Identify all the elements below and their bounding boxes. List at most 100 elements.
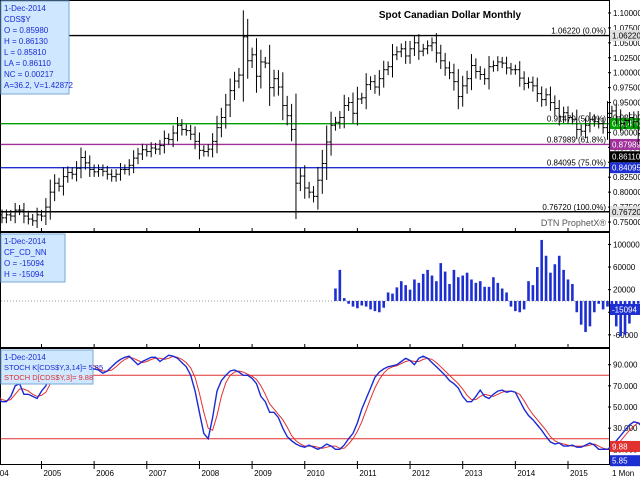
price-tick-label: 0.95000	[613, 99, 640, 108]
x-tick-label: 2006	[96, 469, 114, 478]
fib-axis-tag: 0.76720	[612, 208, 640, 217]
position-bar	[531, 285, 535, 301]
position-bar	[514, 300, 517, 312]
position-bar	[452, 269, 456, 301]
x-tick-label: 2015	[570, 469, 588, 478]
position-bar	[575, 300, 579, 313]
chart-canvas: 1.100001.075001.050001.025001.000000.975…	[0, 0, 640, 478]
x-tick-label: 2004	[0, 469, 9, 478]
price-last-tag: 0.86110	[612, 153, 640, 162]
volume-info-date: 1-Dec-2014	[4, 237, 46, 246]
position-bar	[588, 300, 592, 327]
x-tick-label: 2005	[43, 469, 61, 478]
position-bar	[373, 300, 377, 312]
price-info-date: 1-Dec-2014	[4, 4, 46, 13]
position-bar	[522, 300, 526, 310]
price-tick-label: 1.00000	[613, 69, 640, 78]
fib-level-label: 0.76720 (100.0%)	[542, 203, 606, 212]
position-bar	[593, 300, 596, 313]
stoch-tick-label: 50.000	[613, 403, 638, 412]
position-bar	[636, 300, 640, 304]
position-bar	[426, 269, 429, 301]
position-bar	[518, 300, 522, 313]
position-bar	[527, 281, 530, 301]
price-tick-label: 1.02500	[613, 54, 640, 63]
position-bar	[509, 300, 513, 307]
position-bar	[443, 271, 447, 301]
position-bar	[364, 300, 368, 307]
stoch-tick-label: 90.000	[613, 361, 638, 370]
position-bar	[334, 288, 337, 301]
position-bar	[557, 255, 561, 301]
x-tick-label: 2009	[254, 469, 272, 478]
position-bar	[549, 272, 552, 301]
position-bar	[579, 300, 583, 325]
position-bar	[395, 287, 399, 301]
price-info-low: L = 0.85810	[4, 48, 47, 57]
position-bar	[566, 279, 570, 301]
stoch-info-date: 1-Dec-2014	[4, 353, 46, 362]
fib-axis-tag: 0.84095	[612, 164, 640, 173]
position-bar	[448, 284, 451, 301]
stoch-k-tag: 5.85	[612, 457, 628, 466]
position-bar	[465, 272, 469, 301]
volume-info-symbol: CF_CD_NN	[4, 248, 47, 257]
position-bar	[487, 286, 491, 301]
position-bar	[461, 275, 464, 301]
position-bar	[378, 300, 381, 313]
position-bar	[351, 300, 355, 307]
position-bar	[382, 300, 386, 308]
stoch-tick-label: 70.000	[613, 382, 638, 391]
fib-axis-tag: 0.87989	[612, 140, 640, 149]
position-bar	[483, 286, 486, 301]
range-label: 1 Mon	[612, 469, 634, 478]
fib-axis-tag: 1.06220	[612, 32, 640, 41]
position-bar	[601, 300, 605, 310]
volume-tick-label: 20000	[613, 286, 636, 295]
price-tick-label: 0.90000	[613, 128, 640, 137]
position-bar	[571, 284, 574, 301]
volume-panel-frame	[0, 232, 610, 348]
volume-info-high: H = -15094	[4, 270, 44, 279]
position-bar	[430, 275, 434, 301]
stoch-d-legend: STOCH D[CDS$Y,3]= 9.88	[4, 373, 93, 382]
position-bar	[399, 281, 403, 301]
price-info-high: H = 0.86130	[4, 37, 48, 46]
price-info-open: O = 0.85980	[4, 26, 49, 35]
x-tick-label: 2008	[201, 469, 219, 478]
volume-info-open: O = -15094	[4, 259, 45, 268]
volume-info-box: 1-Dec-2014 CF_CD_NN O = -15094 H = -1509…	[0, 233, 66, 283]
watermark-text: DTN ProphetX®	[541, 218, 607, 228]
position-bar	[505, 292, 508, 301]
position-bar	[597, 300, 601, 304]
x-tick-label: 2010	[307, 469, 325, 478]
volume-tick-label: 100000	[613, 240, 640, 249]
x-tick-label: 2007	[149, 469, 167, 478]
position-bar	[439, 263, 443, 301]
position-bar	[553, 264, 557, 301]
chart-window: 1.10000 1.07500 1.05000 1.02500 1.00000 0.975…	[0, 0, 640, 480]
stoch-d-tag: 9.88	[612, 442, 628, 451]
position-bar	[421, 273, 425, 301]
position-bar	[342, 298, 346, 301]
position-bar	[386, 292, 390, 301]
price-tick-label: 1.10000	[613, 9, 640, 18]
price-tick-label: 0.97500	[613, 84, 640, 93]
position-bar	[457, 277, 460, 301]
position-bar	[347, 300, 350, 304]
position-bar	[584, 300, 587, 333]
position-bar	[535, 267, 539, 301]
position-bar	[404, 285, 407, 301]
x-tick-label: 2014	[517, 469, 535, 478]
position-bar	[435, 281, 438, 301]
price-info-av: A=36.2, V=1.42872	[4, 81, 74, 90]
position-bar	[606, 300, 609, 307]
price-info-symbol: CDS$Y	[4, 15, 31, 24]
price-info-last: LA = 0.86110	[4, 59, 51, 68]
position-bar	[391, 293, 394, 301]
price-tick-label: 0.80000	[613, 188, 640, 197]
stoch-info-box: 1-Dec-2014 STOCH K[CDS$Y,3,14]= 5.85 STO…	[0, 349, 103, 385]
price-info-box: 1-Dec-2014 CDS$Y O = 0.85980 H = 0.86130…	[0, 0, 74, 95]
position-bar	[496, 282, 500, 301]
position-bar	[356, 300, 359, 309]
